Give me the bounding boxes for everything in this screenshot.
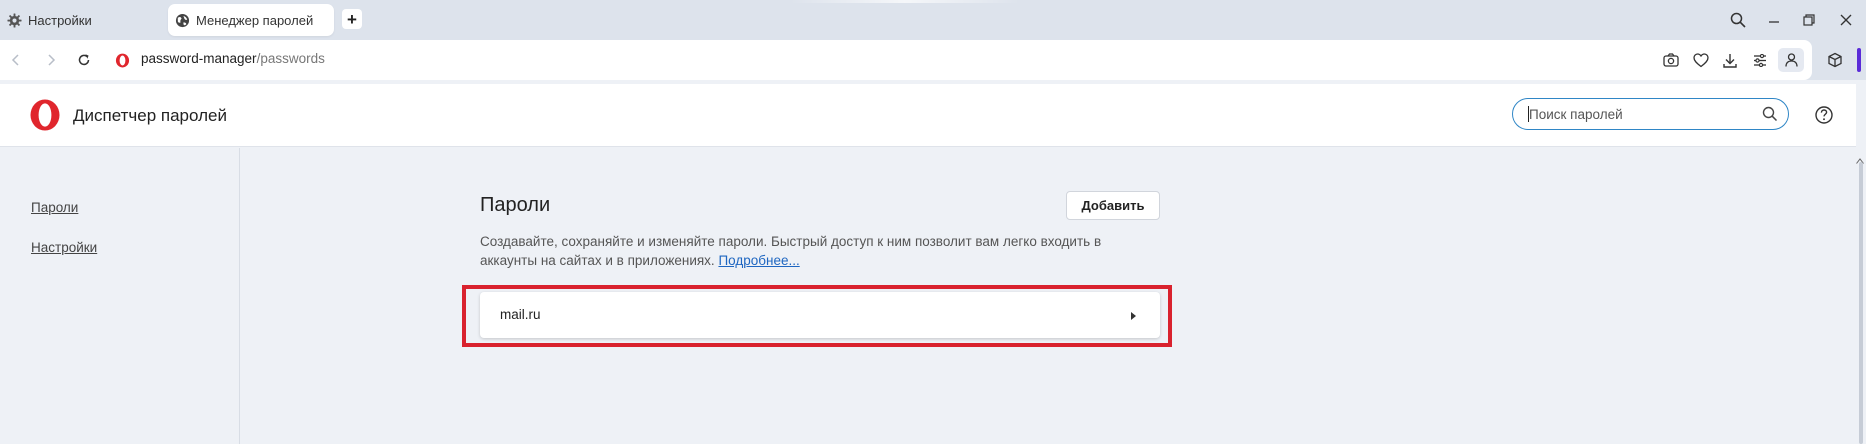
minimize-icon[interactable] xyxy=(1762,8,1786,32)
tab-label: Настройки xyxy=(28,12,92,28)
download-icon[interactable] xyxy=(1720,50,1740,70)
page-header: Диспетчер паролей xyxy=(0,84,1856,147)
url-path: /passwords xyxy=(256,51,325,66)
sidebar-item-settings[interactable]: Настройки xyxy=(31,240,97,255)
search-icon[interactable] xyxy=(1762,106,1778,122)
new-tab-button[interactable]: + xyxy=(342,9,362,29)
gear-icon xyxy=(6,12,22,28)
page-scrollbar[interactable] xyxy=(1856,148,1866,444)
password-entry-row[interactable]: mail.ru xyxy=(480,292,1160,338)
profile-icon[interactable] xyxy=(1778,48,1804,72)
sidebar: Пароли Настройки xyxy=(0,148,240,444)
top-glow-decoration xyxy=(790,0,1020,3)
search-tabs-icon[interactable] xyxy=(1726,8,1750,32)
learn-more-link[interactable]: Подробнее... xyxy=(718,253,799,268)
heart-icon[interactable] xyxy=(1691,50,1711,70)
scroll-up-arrow-icon[interactable] xyxy=(1856,151,1864,164)
opera-logo-icon xyxy=(29,99,61,131)
address-bar[interactable]: password-manager/passwords xyxy=(0,40,1812,80)
help-icon[interactable] xyxy=(1814,105,1834,125)
reload-icon[interactable] xyxy=(74,50,94,70)
url-text[interactable]: password-manager/passwords xyxy=(141,51,325,66)
tab-settings[interactable]: Настройки xyxy=(4,4,164,36)
opera-badge-icon xyxy=(112,50,132,70)
tab-password-manager[interactable]: Менеджер паролей xyxy=(168,4,334,36)
entry-site-name: mail.ru xyxy=(500,307,541,322)
section-description: Создавайте, сохраняйте и изменяйте парол… xyxy=(480,232,1160,270)
camera-icon[interactable] xyxy=(1661,50,1681,70)
add-password-button[interactable]: Добавить xyxy=(1066,191,1160,220)
url-host: password-manager xyxy=(141,51,257,66)
easy-setup-icon[interactable] xyxy=(1750,50,1770,70)
extensions-icon[interactable] xyxy=(1824,49,1846,71)
tab-label: Менеджер паролей xyxy=(196,12,314,28)
forward-icon[interactable] xyxy=(41,50,61,70)
page-title: Диспетчер паролей xyxy=(73,106,227,125)
globe-icon xyxy=(174,12,190,28)
search-input[interactable] xyxy=(1529,103,1749,125)
text-caret xyxy=(1528,106,1529,122)
sidebar-item-passwords[interactable]: Пароли xyxy=(31,200,78,215)
search-box[interactable] xyxy=(1512,98,1789,130)
restore-icon[interactable] xyxy=(1797,8,1821,32)
back-icon[interactable] xyxy=(6,50,26,70)
caret-right-icon xyxy=(1128,309,1138,321)
section-title: Пароли xyxy=(480,194,551,216)
tab-strip: Настройки Менеджер паролей + xyxy=(0,0,1866,40)
scroll-thumb[interactable] xyxy=(1859,162,1863,444)
browser-toolbar: password-manager/passwords xyxy=(0,40,1866,80)
close-icon[interactable] xyxy=(1834,8,1858,32)
sidebar-accent-bar[interactable] xyxy=(1857,48,1861,72)
plus-icon: + xyxy=(347,9,357,29)
